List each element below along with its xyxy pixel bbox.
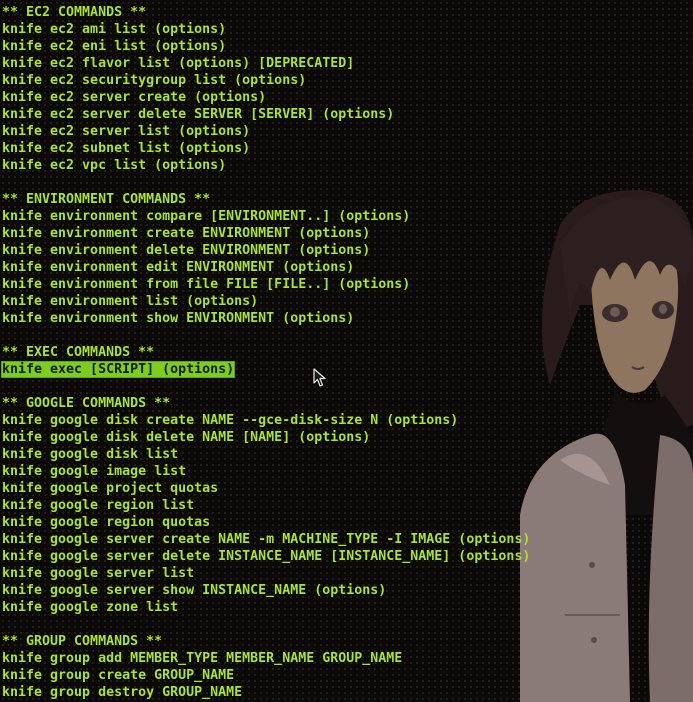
section-header[interactable]: ** GROUP COMMANDS ** <box>2 633 530 650</box>
line-text: knife ec2 subnet list (options) <box>2 141 251 156</box>
command-line[interactable]: knife ec2 ami list (options) <box>2 21 530 38</box>
command-line[interactable]: knife ec2 eni list (options) <box>2 38 530 55</box>
command-line[interactable]: knife google region list <box>2 497 530 514</box>
line-text: knife environment compare [ENVIRONMENT..… <box>2 209 411 224</box>
selected-command-line[interactable]: knife exec [SCRIPT] (options) <box>0 361 530 378</box>
line-text: knife ec2 flavor list (options) [DEPRECA… <box>2 56 355 71</box>
line-text: knife google disk delete NAME [NAME] (op… <box>2 430 371 445</box>
command-line[interactable]: knife google server create NAME -m MACHI… <box>2 531 530 548</box>
command-line[interactable]: knife google disk list <box>2 446 530 463</box>
line-text: ** EC2 COMMANDS ** <box>2 5 147 20</box>
command-line[interactable]: knife ec2 flavor list (options) [DEPRECA… <box>2 55 530 72</box>
command-line[interactable]: knife ec2 securitygroup list (options) <box>2 72 530 89</box>
line-text: knife environment list (options) <box>2 294 259 309</box>
line-text: knife google region quotas <box>2 515 211 530</box>
command-line[interactable]: knife google region quotas <box>2 514 530 531</box>
line-text: knife ec2 server list (options) <box>2 124 251 139</box>
command-line[interactable]: knife environment from file FILE [FILE..… <box>2 276 530 293</box>
command-line[interactable]: knife google server delete INSTANCE_NAME… <box>2 548 530 565</box>
line-text: knife group destroy GROUP_NAME <box>2 685 243 700</box>
section-header[interactable]: ** EC2 COMMANDS ** <box>2 4 530 21</box>
section-header[interactable]: ** GOOGLE COMMANDS ** <box>2 395 530 412</box>
command-line[interactable]: knife group add MEMBER_TYPE MEMBER_NAME … <box>2 650 530 667</box>
command-line[interactable]: knife google zone list <box>2 599 530 616</box>
command-line[interactable]: knife google image list <box>2 463 530 480</box>
line-text: knife ec2 server delete SERVER [SERVER] … <box>2 107 395 122</box>
line-text: knife group create GROUP_NAME <box>2 668 235 683</box>
line-text: knife google server create NAME -m MACHI… <box>2 532 531 547</box>
command-line[interactable]: knife environment create ENVIRONMENT (op… <box>2 225 530 242</box>
command-line[interactable]: knife ec2 server delete SERVER [SERVER] … <box>2 106 530 123</box>
command-line[interactable]: knife environment list (options) <box>2 293 530 310</box>
line-text: knife exec [SCRIPT] (options) <box>0 361 236 378</box>
command-line[interactable]: knife google disk create NAME --gce-disk… <box>2 412 530 429</box>
line-text: knife google image list <box>2 464 187 479</box>
line-text: knife environment delete ENVIRONMENT (op… <box>2 243 371 258</box>
command-list[interactable]: ** EC2 COMMANDS ** knife ec2 ami list (op… <box>0 4 530 701</box>
line-text: knife google server delete INSTANCE_NAME… <box>2 549 531 564</box>
command-line[interactable]: knife group destroy GROUP_NAME <box>2 684 530 701</box>
line-text: knife google region list <box>2 498 195 513</box>
line-text: knife google disk list <box>2 447 179 462</box>
command-line[interactable]: knife group create GROUP_NAME <box>2 667 530 684</box>
command-line[interactable]: knife ec2 server create (options) <box>2 89 530 106</box>
command-line[interactable]: knife environment edit ENVIRONMENT (opti… <box>2 259 530 276</box>
command-line[interactable]: knife ec2 subnet list (options) <box>2 140 530 157</box>
line-text: knife environment from file FILE [FILE..… <box>2 277 411 292</box>
line-text: knife ec2 securitygroup list (options) <box>2 73 307 88</box>
command-line[interactable]: knife environment delete ENVIRONMENT (op… <box>2 242 530 259</box>
line-text: ** ENVIRONMENT COMMANDS ** <box>2 192 211 207</box>
line-text: ** GOOGLE COMMANDS ** <box>2 396 171 411</box>
anime-character-wallpaper <box>520 190 693 702</box>
command-line[interactable]: knife ec2 server list (options) <box>2 123 530 140</box>
line-text: knife google zone list <box>2 600 179 615</box>
section-header[interactable]: ** ENVIRONMENT COMMANDS ** <box>2 191 530 208</box>
section-header[interactable]: ** EXEC COMMANDS ** <box>2 344 530 361</box>
command-line[interactable]: knife google server show INSTANCE_NAME (… <box>2 582 530 599</box>
command-line[interactable]: knife google disk delete NAME [NAME] (op… <box>2 429 530 446</box>
command-line[interactable]: knife google project quotas <box>2 480 530 497</box>
line-text: knife google server show INSTANCE_NAME (… <box>2 583 387 598</box>
line-text: knife environment create ENVIRONMENT (op… <box>2 226 371 241</box>
line-text: knife ec2 server create (options) <box>2 90 267 105</box>
line-text: knife google project quotas <box>2 481 219 496</box>
line-text: knife ec2 ami list (options) <box>2 22 227 37</box>
line-text: knife google disk create NAME --gce-disk… <box>2 413 459 428</box>
line-text: ** EXEC COMMANDS ** <box>2 345 155 360</box>
line-text: knife google server list <box>2 566 195 581</box>
line-text: knife ec2 eni list (options) <box>2 39 227 54</box>
command-line[interactable]: knife environment compare [ENVIRONMENT..… <box>2 208 530 225</box>
command-line[interactable]: knife google server list <box>2 565 530 582</box>
terminal-window[interactable]: ** EC2 COMMANDS ** knife ec2 ami list (op… <box>0 0 693 702</box>
command-line[interactable]: knife environment show ENVIRONMENT (opti… <box>2 310 530 327</box>
line-text: knife group add MEMBER_TYPE MEMBER_NAME … <box>2 651 403 666</box>
line-text: knife ec2 vpc list (options) <box>2 158 227 173</box>
line-text: knife environment edit ENVIRONMENT (opti… <box>2 260 355 275</box>
line-text: knife environment show ENVIRONMENT (opti… <box>2 311 355 326</box>
line-text: ** GROUP COMMANDS ** <box>2 634 163 649</box>
command-line[interactable]: knife ec2 vpc list (options) <box>2 157 530 174</box>
